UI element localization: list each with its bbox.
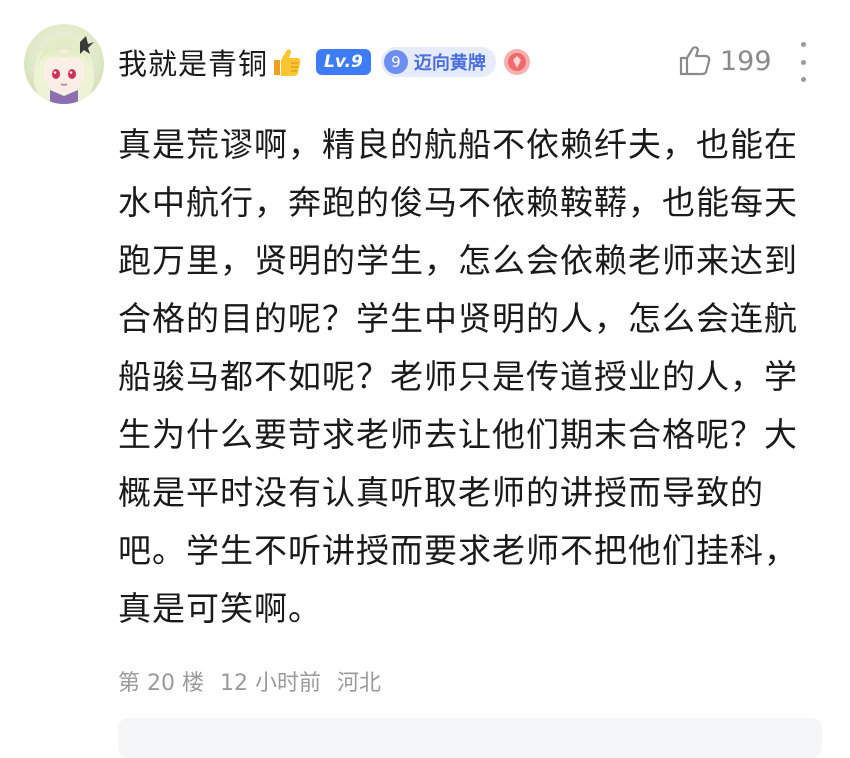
avatar[interactable] [24,24,104,104]
more-vertical-icon-dot [800,77,806,82]
pink-gem-icon [502,47,532,77]
more-vertical-icon-dot [800,42,806,47]
like-button[interactable]: 199 [678,44,772,78]
ip-location: 河北 [336,671,381,696]
level-badge: Lv.9 [316,49,371,75]
username[interactable]: 我就是青铜 [118,41,268,83]
thumbs-up-icon [679,46,711,76]
more-options-button[interactable] [793,42,813,82]
thumbs-up-emoji-icon [270,45,304,79]
reply-preview-card[interactable] [118,718,822,758]
comment-text: 真是荒谬啊，精良的航船不依赖纤夫，也能在水中航行，奔跑的俊马不依赖鞍鞯，也能每天… [118,125,798,628]
like-count: 199 [720,45,772,77]
comment-meta: 第 20 楼 12 小时前 河北 [118,665,381,697]
comment-header: 我就是青铜 Lv.9 9 迈向黄牌 [118,40,532,84]
more-vertical-icon-dot [800,59,806,65]
anime-avatar-icon [33,36,95,104]
post-time: 12 小时前 [219,671,321,696]
medal-label: 迈向黄牌 [413,53,486,74]
fan-medal-badge[interactable]: 9 迈向黄牌 [380,47,496,77]
medal-number: 9 [383,50,408,74]
floor-number: 第 20 楼 [118,671,204,696]
